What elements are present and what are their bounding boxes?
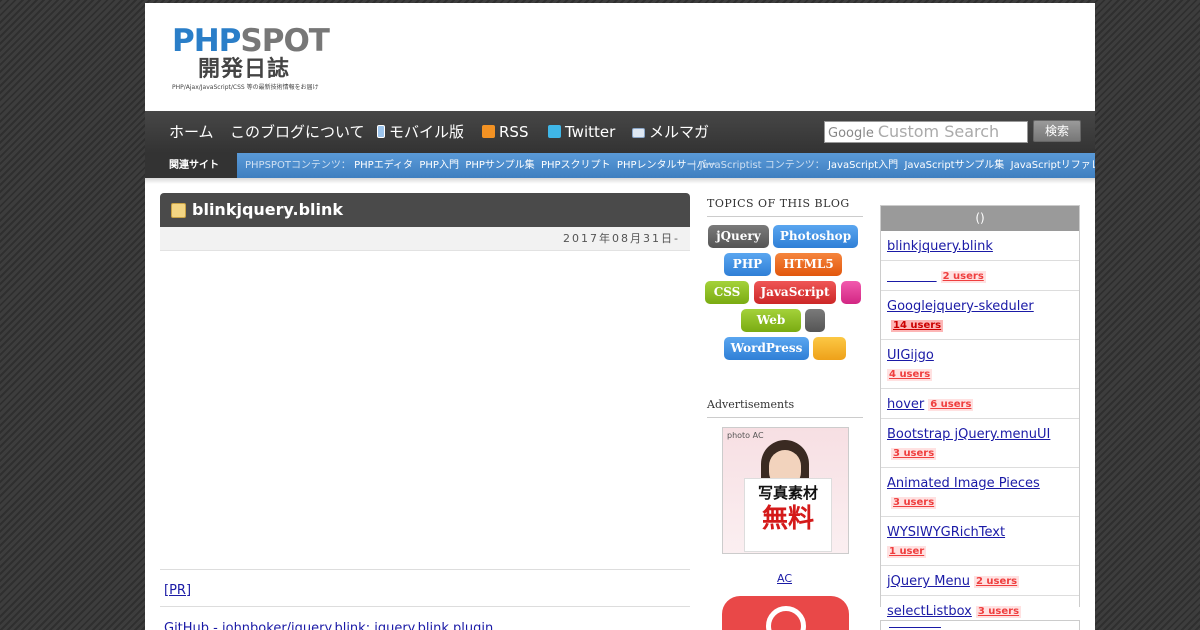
ranking-item: jQuery Menu 2 users bbox=[881, 566, 1079, 596]
tag-php[interactable]: PHP bbox=[724, 253, 771, 276]
tag-photoshop[interactable]: Photoshop bbox=[773, 225, 858, 248]
related-sites-bar: 関連サイト PHPSPOTコンテンツ： PHPエディタ PHP入門 PHPサンプ… bbox=[145, 153, 1095, 178]
tag-yellow[interactable] bbox=[813, 337, 846, 360]
ranking-heading: () bbox=[881, 206, 1079, 231]
ranking-link[interactable]: Bootstrap jQuery.menuUI bbox=[887, 427, 1050, 442]
twitter-icon bbox=[548, 125, 561, 138]
nav-mailmag[interactable]: メルマガ bbox=[632, 122, 709, 142]
ranking-link[interactable]: UIGijgo bbox=[887, 348, 934, 363]
topics-heading: TOPICS OF THIS BLOG bbox=[707, 197, 863, 217]
ad-link[interactable]: AC bbox=[777, 572, 792, 585]
post-date: 2017年08月31日- bbox=[160, 227, 690, 251]
ranking-item: UIGijgo 4 users bbox=[881, 340, 1079, 389]
pr-link[interactable]: [PR] bbox=[164, 583, 191, 598]
users-badge[interactable]: 4 users bbox=[887, 369, 933, 381]
google-logo: Google bbox=[828, 126, 874, 141]
ad-app-banner[interactable] bbox=[722, 596, 849, 630]
site-logo[interactable]: PHPSPOT 開発日誌 PHP/Ajax/JavaScript/CSS 等の最… bbox=[172, 25, 332, 97]
logo-tagline: PHP/Ajax/JavaScript/CSS 等の最新技術情報をお届け bbox=[172, 84, 319, 91]
ads-heading: Advertisements bbox=[707, 398, 863, 418]
main-nav: ホーム このブログについて モバイル版 RSS Twitter メルマガ Goo… bbox=[145, 111, 1095, 153]
ad-banner[interactable]: photo AC 写真素材 無料 bbox=[722, 427, 849, 554]
rss-icon bbox=[482, 125, 495, 138]
tag-pink[interactable] bbox=[841, 281, 861, 304]
ranking-item: Animated Image Pieces 3 users bbox=[881, 468, 1079, 517]
ad-photo-tag: photo AC bbox=[727, 431, 764, 440]
ranking-item: hover 6 users bbox=[881, 389, 1079, 419]
next-widget bbox=[880, 620, 1080, 630]
ranking-link[interactable]: WYSIWYGRichText bbox=[887, 525, 1005, 540]
ad-card: 写真素材 無料 bbox=[744, 478, 832, 552]
related-sites-label: 関連サイト bbox=[145, 153, 237, 178]
ranking-link[interactable]: Googlejquery-skeduler bbox=[887, 299, 1034, 314]
ranking-link[interactable]: hover bbox=[887, 397, 924, 412]
search-input[interactable]: Google Custom Search bbox=[824, 121, 1028, 143]
nav-twitter[interactable]: Twitter bbox=[548, 122, 615, 142]
nav-about[interactable]: このブログについて bbox=[230, 122, 365, 142]
related-link[interactable]: PHPサンプル集 bbox=[465, 160, 534, 171]
site-header: PHPSPOT 開発日誌 PHP/Ajax/JavaScript/CSS 等の最… bbox=[145, 3, 1095, 111]
github-link[interactable]: GitHub - johnboker/jquery.blink: jquery.… bbox=[164, 621, 493, 630]
users-badge[interactable]: 3 users bbox=[891, 497, 937, 509]
ranking-box: () blinkjquery.blink 2 users Googlejquer… bbox=[880, 205, 1080, 626]
tag-gray[interactable] bbox=[805, 309, 825, 332]
related-link[interactable]: PHPスクリプト bbox=[541, 160, 611, 171]
related-link[interactable]: PHPエディタ bbox=[354, 160, 413, 171]
related-link[interactable]: JavaScriptサンプル集 bbox=[904, 160, 1004, 171]
tag-css[interactable]: CSS bbox=[705, 281, 749, 304]
divider bbox=[145, 178, 1095, 184]
users-badge[interactable]: 1 user bbox=[887, 546, 927, 558]
mobile-icon bbox=[377, 125, 385, 138]
pr-row: [PR] bbox=[160, 569, 690, 607]
related-link[interactable]: JavaScriptリファレンス bbox=[1011, 160, 1095, 171]
search-button[interactable]: 検索 bbox=[1033, 120, 1081, 142]
ranking-item: 2 users bbox=[881, 261, 1079, 291]
tag-web[interactable]: Web bbox=[741, 309, 801, 332]
logo-wordmark: PHPSPOT bbox=[172, 23, 330, 59]
ranking-item: Googlejquery-skeduler 14 users bbox=[881, 291, 1079, 340]
phpspot-contents: PHPSPOTコンテンツ： PHPエディタ PHP入門 PHPサンプル集 PHP… bbox=[245, 160, 717, 171]
javascriptist-contents: | JavaScriptist コンテンツ： JavaScript入門 Java… bbox=[693, 153, 1095, 178]
logo-subtitle: 開発日誌 bbox=[198, 57, 291, 82]
ranking-link[interactable]: Animated Image Pieces bbox=[887, 476, 1040, 491]
nav-rss[interactable]: RSS bbox=[482, 122, 528, 142]
users-badge[interactable]: 14 users bbox=[891, 320, 944, 332]
memo-icon bbox=[171, 203, 186, 218]
users-badge[interactable]: 6 users bbox=[928, 399, 974, 411]
app-icon bbox=[766, 606, 806, 630]
ranking-item: Bootstrap jQuery.menuUI 3 users bbox=[881, 419, 1079, 468]
tag-html5[interactable]: HTML5 bbox=[775, 253, 842, 276]
ranking-link[interactable] bbox=[887, 269, 937, 284]
tag-wordpress[interactable]: WordPress bbox=[724, 337, 809, 360]
tag-javascript[interactable]: JavaScript bbox=[754, 281, 836, 304]
ranking-link[interactable]: selectListbox bbox=[887, 604, 972, 619]
nav-home[interactable]: ホーム bbox=[169, 122, 214, 142]
mail-icon bbox=[632, 128, 645, 138]
page: PHPSPOT 開発日誌 PHP/Ajax/JavaScript/CSS 等の最… bbox=[145, 3, 1095, 630]
users-badge[interactable]: 2 users bbox=[973, 576, 1020, 588]
ranking-link[interactable]: jQuery Menu bbox=[887, 574, 970, 589]
post-title: blinkjquery.blink bbox=[160, 193, 690, 227]
users-badge[interactable]: 3 users bbox=[975, 606, 1022, 618]
users-badge[interactable]: 2 users bbox=[940, 271, 986, 283]
related-link[interactable]: JavaScript入門 bbox=[828, 160, 898, 171]
tag-jquery[interactable]: jQuery bbox=[708, 225, 769, 248]
users-badge[interactable]: 3 users bbox=[891, 448, 937, 460]
ranking-item: blinkjquery.blink bbox=[881, 231, 1079, 261]
nav-mobile[interactable]: モバイル版 bbox=[377, 122, 464, 142]
ranking-item: WYSIWYGRichText 1 user bbox=[881, 517, 1079, 566]
ranking-link[interactable]: blinkjquery.blink bbox=[887, 239, 993, 254]
related-link[interactable]: PHP入門 bbox=[419, 160, 459, 171]
